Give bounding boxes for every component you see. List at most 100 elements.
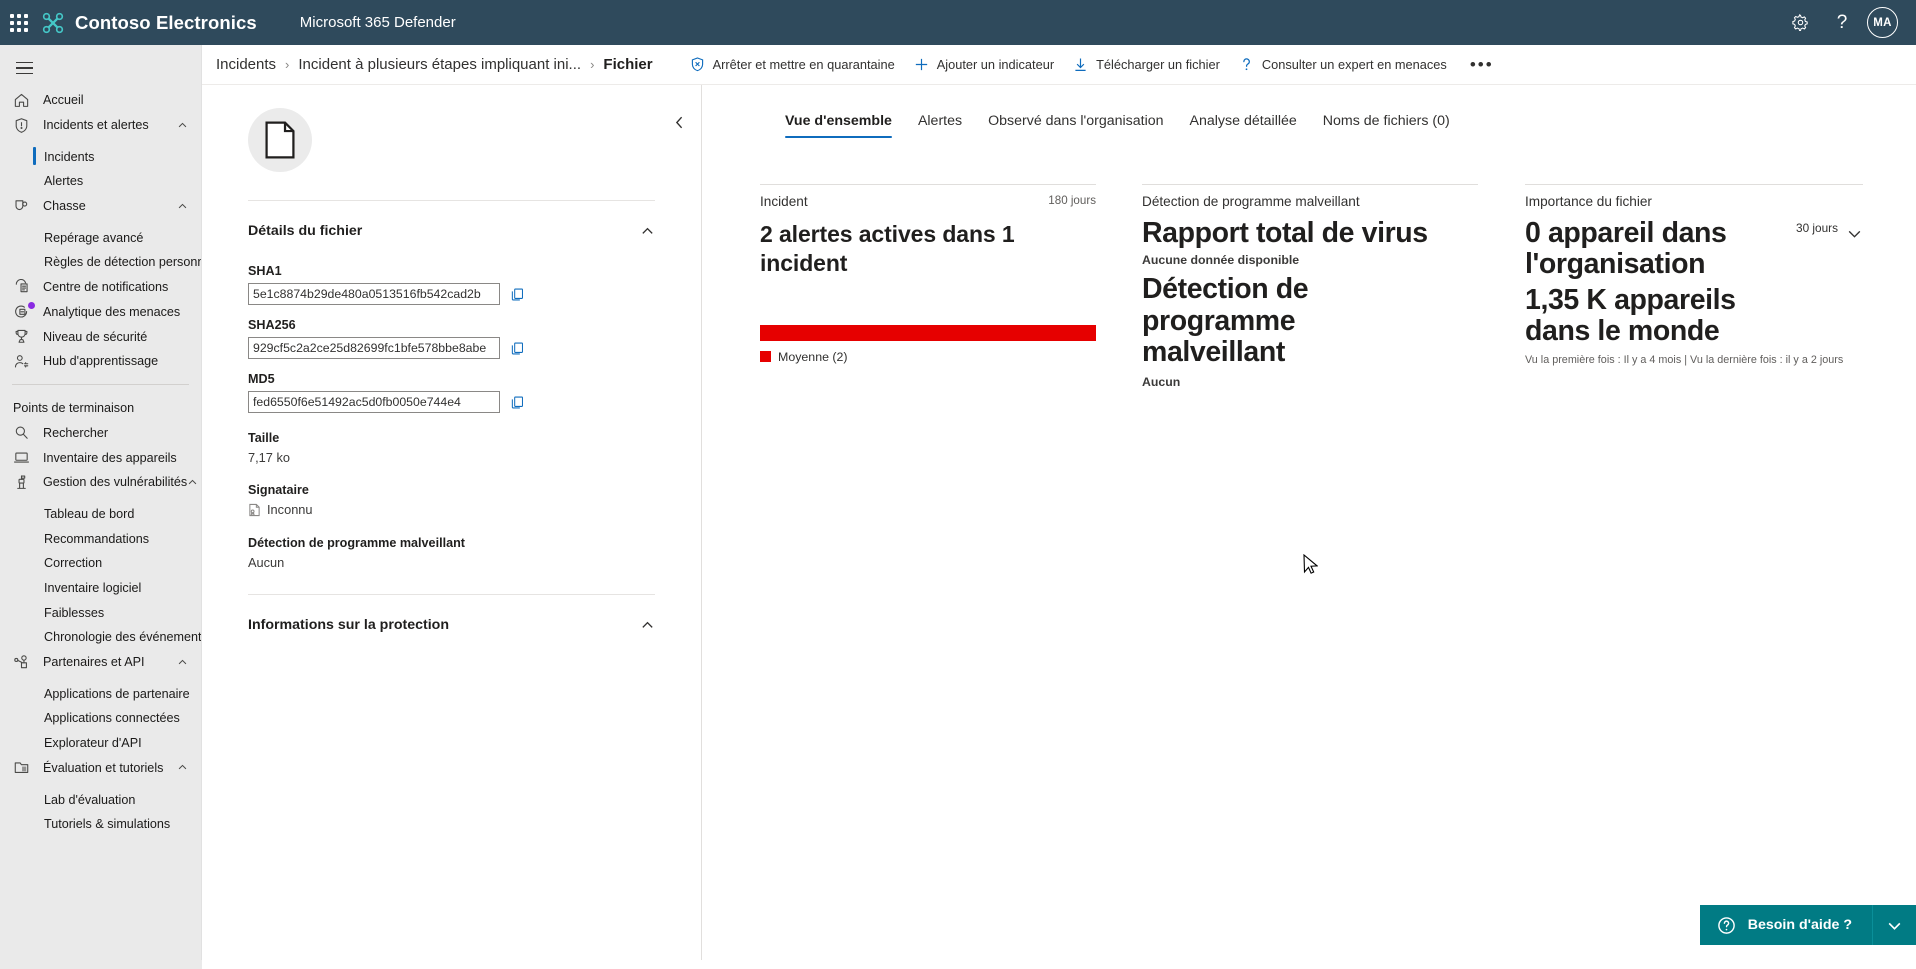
sidebar-item-regles-de-detection-personnalisees[interactable]: Règles de détection personna... (0, 250, 201, 275)
sidebar-item-accueil[interactable]: Accueil (0, 88, 201, 113)
chevron-up-icon[interactable] (640, 224, 655, 239)
sidebar-item-centre-de-notifications[interactable]: Centre de notifications (0, 275, 201, 300)
sidebar-item-inventaire-logiciel[interactable]: Inventaire logiciel (0, 576, 201, 601)
sidebar-item-label: Repérage avancé (44, 230, 144, 245)
sidebar-item-chasse[interactable]: Chasse (0, 194, 201, 219)
download-icon (1072, 56, 1089, 73)
sidebar-item-inventaire-des-appareils[interactable]: Inventaire des appareils (0, 445, 201, 470)
download-file-button[interactable]: Télécharger un fichier (1063, 50, 1229, 79)
sidebar-item-label: Partenaires et API (43, 655, 145, 670)
question-mark-icon[interactable]: ? (1825, 6, 1859, 40)
sidebar-item-label: Recommandations (44, 531, 149, 546)
chevron-up-icon[interactable] (177, 120, 188, 131)
need-help-button[interactable]: Besoin d'aide ? (1699, 905, 1872, 945)
file-avatar-wrapper (202, 85, 701, 172)
sidebar-item-recommandations[interactable]: Recommandations (0, 526, 201, 551)
app-launcher-icon[interactable] (8, 12, 30, 34)
overview-cards: Incident 180 jours 2 alertes actives dan… (702, 138, 1916, 389)
sidebar-item-analytique-des-menaces[interactable]: Analytique des menaces (0, 300, 201, 325)
trophy-icon (13, 328, 33, 346)
hamburger-menu-icon[interactable] (0, 48, 48, 88)
sidebar-item-tutoriels-et-simulations[interactable]: Tutoriels & simulations (0, 812, 201, 837)
malware-detection-title: Détection de programme malveillant (1142, 273, 1309, 369)
sidebar-item-label: Applications connectées (44, 711, 180, 726)
document-icon (265, 121, 295, 159)
more-actions-icon[interactable]: ••• (1460, 54, 1504, 75)
sidebar-item-alertes[interactable]: Alertes (0, 169, 201, 194)
avatar[interactable]: MA (1867, 7, 1898, 38)
tab-noms-de-fichiers[interactable]: Noms de fichiers (0) (1310, 113, 1463, 138)
consult-threat-expert-button[interactable]: Consulter un expert en menaces (1229, 50, 1456, 79)
sha1-input[interactable] (248, 283, 500, 305)
chevron-up-icon[interactable] (177, 762, 188, 773)
malware-detection-value: Aucun (248, 555, 285, 570)
sidebar-item-applications-de-partenaire[interactable]: Applications de partenaire (0, 681, 201, 706)
notifications-icon (13, 278, 33, 296)
chevron-up-icon-2[interactable] (640, 618, 655, 633)
top-app-bar: Contoso Electronics Microsoft 365 Defend… (0, 0, 1916, 45)
chevron-up-icon[interactable] (187, 477, 198, 488)
tab-observe-dans-lorganisation[interactable]: Observé dans l'organisation (975, 113, 1176, 138)
malware-detection-field: Détection de programme malveillant Aucun (202, 536, 701, 570)
sidebar-item-explorateur-d-api[interactable]: Explorateur d'API (0, 731, 201, 756)
sidebar-item-label: Explorateur d'API (44, 736, 142, 751)
help-expand-chevron-icon[interactable] (1872, 905, 1916, 945)
malware-card-label: Détection de programme malveillant (1142, 194, 1360, 209)
sidebar-item-tableau-de-bord[interactable]: Tableau de bord (0, 502, 201, 527)
sidebar-item-niveau-de-securite[interactable]: Niveau de sécurité (0, 324, 201, 349)
sidebar-item-label: Alertes (44, 174, 84, 189)
md5-input[interactable] (248, 391, 500, 413)
tab-alertes[interactable]: Alertes (905, 113, 975, 138)
add-indicator-button[interactable]: Ajouter un indicateur (904, 50, 1063, 79)
stop-and-quarantine-button[interactable]: Arrêter et mettre en quarantaine (680, 50, 904, 79)
sidebar-item-label: Tutoriels & simulations (44, 817, 171, 832)
sidebar-item-faiblesses[interactable]: Faiblesses (0, 600, 201, 625)
gear-icon[interactable] (1783, 6, 1817, 40)
sidebar-divider (12, 383, 189, 385)
copy-icon[interactable] (508, 285, 527, 304)
file-details-section-title: Détails du fichier (248, 223, 363, 239)
sidebar-item-partenaires-et-api[interactable]: Partenaires et API (0, 650, 201, 675)
sidebar-item-incidents[interactable]: Incidents (0, 144, 201, 169)
sidebar-endpoints-list: Rechercher Inventaire des appareils Gestio… (0, 421, 201, 837)
brand-name: Contoso Electronics (75, 11, 257, 33)
sidebar-item-gestion-des-vulnerabilites[interactable]: Gestion des vulnérabilités (0, 470, 201, 495)
sidebar-item-chronologie-des-evenements[interactable]: Chronologie des événements (0, 625, 201, 650)
sidebar-item-applications-connectees[interactable]: Applications connectées (0, 706, 201, 731)
sidebar-item-reperage-avance[interactable]: Repérage avancé (0, 225, 201, 250)
sidebar-item-lab-d-evaluation[interactable]: Lab d'évaluation (0, 787, 201, 812)
main-content: Vue d'ensemble Alertes Observé dans l'orga… (675, 85, 1916, 969)
sidebar-item-incidents-et-alertes[interactable]: Incidents et alertes (0, 113, 201, 138)
sidebar-item-rechercher[interactable]: Rechercher (0, 421, 201, 446)
home-icon (13, 91, 33, 109)
chevron-up-icon[interactable] (177, 201, 188, 212)
sidebar-item-evaluation-et-tutoriels[interactable]: Évaluation et tutoriels (0, 756, 201, 781)
copy-icon-2[interactable] (508, 339, 527, 358)
sidebar-item-hub-d-apprentissage[interactable]: Hub d'apprentissage (0, 349, 201, 374)
collapse-panel-icon[interactable] (664, 107, 694, 137)
command-label: Consulter un expert en menaces (1261, 57, 1447, 72)
malware-detection-label: Détection de programme malveillant (248, 536, 465, 550)
sha256-label: SHA256 (248, 318, 296, 332)
sidebar-item-label: Incidents et alertes (43, 118, 149, 133)
sha256-input[interactable] (248, 337, 500, 359)
sidebar-item-correction[interactable]: Correction (0, 551, 201, 576)
legend-label-moyenne: Moyenne (2) (778, 349, 848, 364)
chevron-down-icon[interactable] (1846, 221, 1863, 242)
top-bar-actions: ? MA (1783, 6, 1916, 40)
chevron-up-icon[interactable] (177, 657, 188, 668)
tab-analyse-detaillee[interactable]: Analyse détaillée (1177, 113, 1310, 138)
protection-info-section-header[interactable]: Informations sur la protection (202, 605, 701, 645)
tab-vue-densemble[interactable]: Vue d'ensemble (772, 113, 905, 139)
breadcrumb-item-incidents[interactable]: Incidents (216, 56, 276, 73)
copy-icon-3[interactable] (508, 393, 527, 412)
sidebar-item-label: Faiblesses (44, 605, 105, 620)
details-top-rule (248, 200, 655, 201)
severity-bar (760, 324, 1096, 341)
breadcrumb-item-incident[interactable]: Incident à plusieurs étapes impliquant i… (298, 56, 581, 73)
legend-swatch-moyenne (760, 351, 771, 362)
protection-info-section-title: Informations sur la protection (248, 617, 450, 633)
file-details-section-header[interactable]: Détails du fichier (202, 211, 701, 251)
